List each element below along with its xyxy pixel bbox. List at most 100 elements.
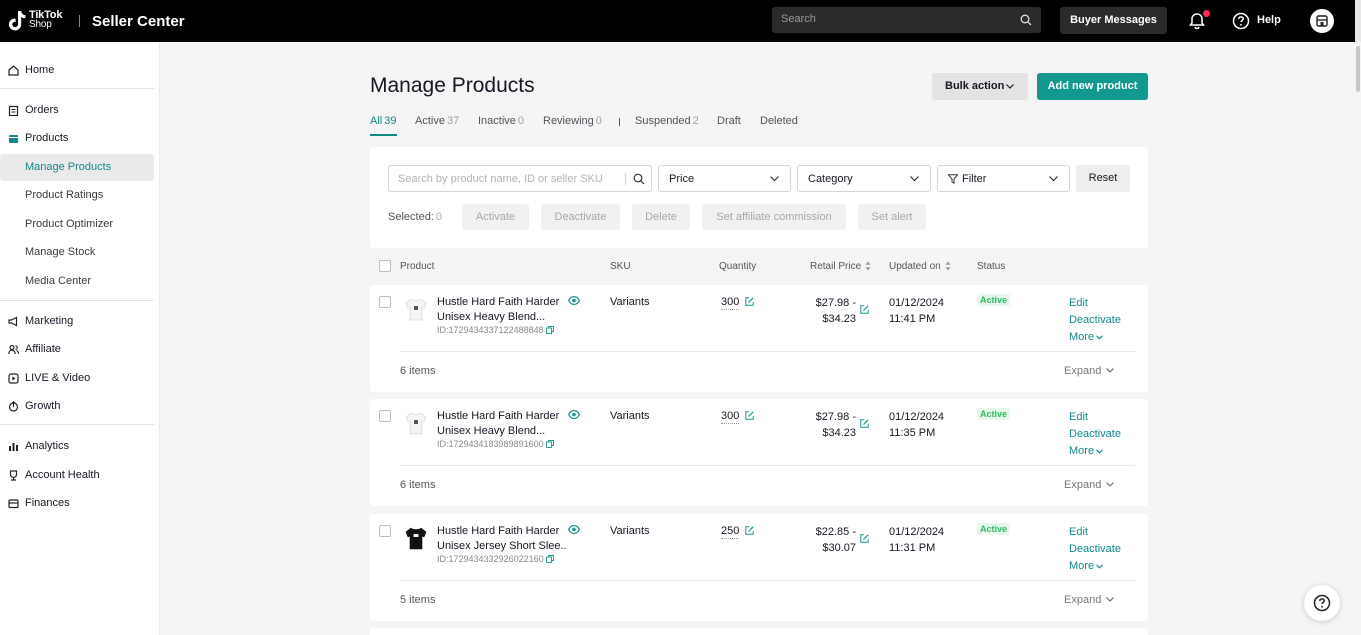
sidebar-item-manage-stock[interactable]: Manage Stock bbox=[0, 239, 158, 266]
sidebar-item-growth[interactable]: Growth bbox=[0, 392, 158, 420]
product-name-line1: Hustle Hard Faith Harder bbox=[437, 525, 560, 537]
help-circle-icon[interactable] bbox=[1232, 12, 1250, 30]
more-dropdown[interactable]: More bbox=[1069, 329, 1121, 346]
sidebar-item-products[interactable]: Products bbox=[0, 124, 158, 152]
tab-inactive[interactable]: Inactive 0 bbox=[478, 115, 524, 127]
product-thumbnail[interactable] bbox=[404, 525, 428, 551]
row-checkbox[interactable] bbox=[379, 525, 391, 537]
search-icon[interactable] bbox=[1020, 14, 1032, 26]
reset-button[interactable]: Reset bbox=[1076, 165, 1130, 192]
tab-all[interactable]: All 39 bbox=[370, 115, 396, 127]
quantity-value[interactable]: 300 bbox=[721, 296, 740, 310]
tiktok-logo-icon[interactable] bbox=[7, 10, 27, 32]
copy-icon[interactable] bbox=[545, 326, 554, 334]
sidebar-item-product-ratings[interactable]: Product Ratings bbox=[0, 182, 158, 209]
product-thumbnail[interactable] bbox=[404, 410, 428, 436]
sort-icon[interactable] bbox=[865, 261, 871, 271]
set-alert-button[interactable]: Set alert bbox=[858, 204, 926, 230]
tab-deleted[interactable]: Deleted bbox=[760, 115, 798, 127]
price-select[interactable]: Price bbox=[658, 165, 791, 192]
sku-value: Variants bbox=[610, 525, 650, 537]
category-select[interactable]: Category bbox=[797, 165, 931, 192]
status-badge: Active bbox=[977, 408, 1011, 420]
sidebar-item-label: Account Health bbox=[25, 469, 100, 481]
eye-icon[interactable] bbox=[568, 525, 580, 534]
sidebar-item-orders[interactable]: Orders bbox=[0, 96, 158, 124]
delete-button[interactable]: Delete bbox=[632, 204, 690, 230]
product-name[interactable]: Hustle Hard Faith Harder Unisex Heavy Ble… bbox=[437, 409, 567, 439]
sidebar-item-product-optimizer[interactable]: Product Optimizer bbox=[0, 211, 158, 238]
global-search-input[interactable] bbox=[781, 13, 1001, 25]
column-header-retail-price[interactable]: Retail Price bbox=[810, 261, 871, 272]
product-name[interactable]: Hustle Hard Faith Harder Unisex Jersey Sh… bbox=[437, 524, 567, 554]
row-checkbox[interactable] bbox=[379, 296, 391, 308]
add-new-product-button[interactable]: Add new product bbox=[1037, 73, 1148, 100]
tab-active[interactable]: Active 37 bbox=[415, 115, 459, 127]
help-link[interactable]: Help bbox=[1257, 14, 1281, 26]
tab-draft[interactable]: Draft bbox=[717, 115, 741, 127]
sort-icon[interactable] bbox=[945, 261, 951, 271]
more-dropdown[interactable]: More bbox=[1069, 443, 1121, 460]
sidebar-item-analytics[interactable]: Analytics bbox=[0, 432, 158, 460]
set-affiliate-commission-button[interactable]: Set affiliate commission bbox=[702, 204, 846, 230]
global-search[interactable] bbox=[772, 7, 1041, 33]
quantity-value[interactable]: 300 bbox=[721, 410, 740, 424]
eye-icon[interactable] bbox=[568, 410, 580, 419]
bulk-action-button[interactable]: Bulk action bbox=[932, 73, 1028, 100]
expand-button[interactable]: Expand bbox=[1064, 479, 1115, 491]
sidebar-item-finances[interactable]: Finances bbox=[0, 489, 158, 517]
copy-icon[interactable] bbox=[545, 555, 554, 563]
product-name[interactable]: Hustle Hard Faith Harder Unisex Heavy Ble… bbox=[437, 295, 567, 325]
deactivate-link[interactable]: Deactivate bbox=[1069, 541, 1121, 558]
table-row: Hustle Hard Faith Harder Unisex Heavy Ble… bbox=[370, 399, 1148, 506]
search-icon[interactable] bbox=[633, 173, 645, 185]
sidebar-item-live-video[interactable]: LIVE & Video bbox=[0, 364, 158, 392]
edit-icon[interactable] bbox=[860, 305, 869, 314]
sidebar-item-manage-products[interactable]: Manage Products bbox=[0, 154, 154, 181]
column-header-updated-on[interactable]: Updated on bbox=[889, 261, 951, 272]
sidebar-item-account-health[interactable]: Account Health bbox=[0, 461, 158, 489]
select-all-checkbox[interactable] bbox=[379, 260, 391, 272]
sidebar-item-label: Manage Products bbox=[25, 161, 112, 173]
product-id-text: ID:1729434332926022160 bbox=[437, 554, 544, 564]
edit-link[interactable]: Edit bbox=[1069, 295, 1121, 312]
tab-suspended[interactable]: Suspended 2 bbox=[635, 115, 699, 127]
product-thumbnail[interactable] bbox=[404, 296, 428, 322]
edit-link[interactable]: Edit bbox=[1069, 524, 1121, 541]
row-divider bbox=[400, 580, 1135, 581]
deactivate-link[interactable]: Deactivate bbox=[1069, 312, 1121, 329]
sidebar-item-label: LIVE & Video bbox=[25, 372, 91, 384]
row-divider bbox=[400, 351, 1135, 352]
floating-help-button[interactable] bbox=[1304, 585, 1340, 621]
row-checkbox[interactable] bbox=[379, 410, 391, 422]
edit-icon[interactable] bbox=[860, 534, 869, 543]
selected-label: Selected: bbox=[388, 211, 434, 223]
edit-icon[interactable] bbox=[745, 411, 754, 420]
scrollbar-track[interactable] bbox=[1355, 0, 1361, 42]
filter-select[interactable]: Filter bbox=[937, 165, 1070, 192]
eye-icon[interactable] bbox=[568, 296, 580, 305]
sidebar-item-media-center[interactable]: Media Center bbox=[0, 268, 158, 295]
tab-label: Draft bbox=[717, 115, 741, 127]
sidebar-item-marketing[interactable]: Marketing bbox=[0, 307, 158, 335]
sidebar-item-home[interactable]: Home bbox=[0, 56, 158, 84]
tab-reviewing[interactable]: Reviewing 0 bbox=[543, 115, 602, 127]
edit-link[interactable]: Edit bbox=[1069, 409, 1121, 426]
more-dropdown[interactable]: More bbox=[1069, 558, 1121, 575]
product-search-input[interactable] bbox=[398, 173, 623, 185]
product-search[interactable] bbox=[388, 165, 652, 192]
deactivate-link[interactable]: Deactivate bbox=[1069, 426, 1121, 443]
scrollbar-thumb[interactable] bbox=[1356, 46, 1360, 92]
sidebar-item-affiliate[interactable]: Affiliate bbox=[0, 335, 158, 363]
expand-button[interactable]: Expand bbox=[1064, 594, 1115, 606]
edit-icon[interactable] bbox=[745, 526, 754, 535]
copy-icon[interactable] bbox=[545, 440, 554, 448]
buyer-messages-button[interactable]: Buyer Messages bbox=[1060, 7, 1167, 34]
quantity-value[interactable]: 250 bbox=[721, 525, 740, 539]
expand-button[interactable]: Expand bbox=[1064, 365, 1115, 377]
edit-icon[interactable] bbox=[745, 297, 754, 306]
edit-icon[interactable] bbox=[860, 419, 869, 428]
shop-avatar[interactable] bbox=[1310, 9, 1334, 33]
deactivate-button[interactable]: Deactivate bbox=[541, 204, 620, 230]
activate-button[interactable]: Activate bbox=[462, 204, 529, 230]
